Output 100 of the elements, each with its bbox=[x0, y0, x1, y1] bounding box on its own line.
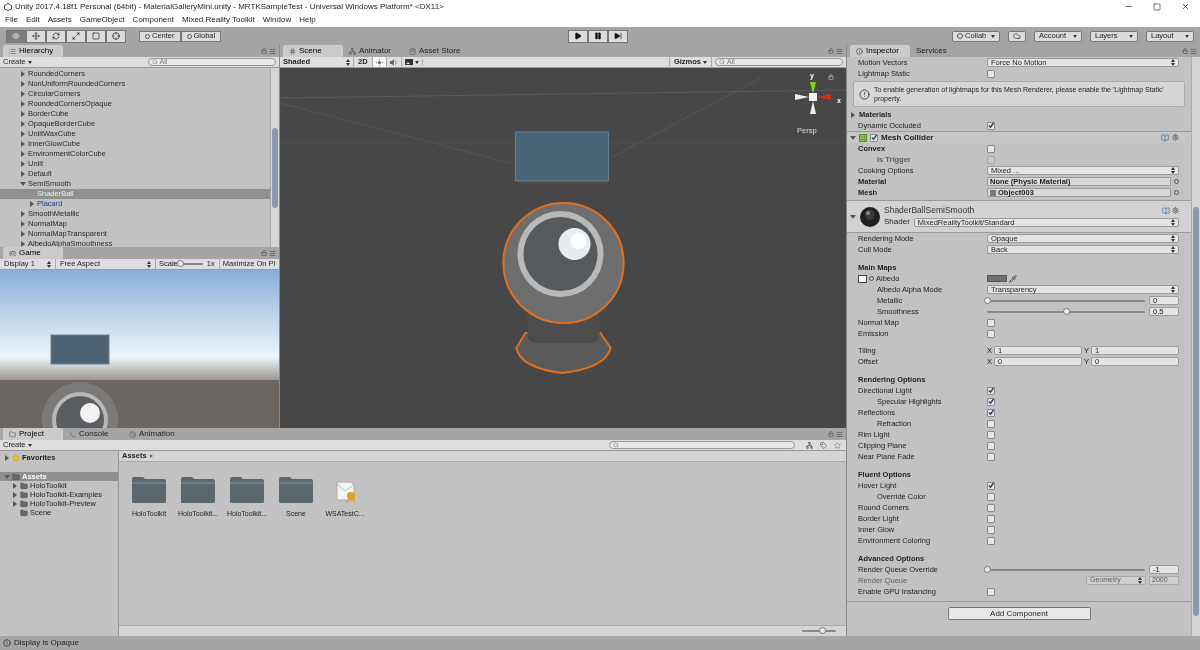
checkbox[interactable] bbox=[987, 397, 995, 406]
collapsed-arrow-icon[interactable] bbox=[20, 241, 26, 247]
panel-tab[interactable]: Services bbox=[910, 45, 970, 57]
collapsed-arrow-icon[interactable] bbox=[12, 482, 18, 489]
lock-icon[interactable] bbox=[828, 48, 834, 54]
panel-tab[interactable]: Scene bbox=[283, 45, 343, 57]
tool-button[interactable] bbox=[66, 29, 86, 43]
pause-button[interactable] bbox=[588, 29, 608, 43]
checkbox[interactable] bbox=[987, 503, 995, 512]
menu-item[interactable]: Help bbox=[299, 16, 316, 24]
panel-tab[interactable]: Inspector bbox=[850, 45, 910, 57]
panel-tab[interactable]: Animation bbox=[123, 428, 183, 440]
color-swatch[interactable] bbox=[987, 275, 1007, 282]
expanded-arrow-icon[interactable] bbox=[850, 134, 856, 141]
collapsed-arrow-icon[interactable] bbox=[20, 101, 26, 107]
filter-label-button[interactable] bbox=[818, 440, 829, 450]
component-header[interactable]: Mesh Collider bbox=[847, 131, 1191, 143]
checkbox[interactable] bbox=[987, 452, 995, 461]
scrollbar-thumb[interactable] bbox=[272, 128, 278, 208]
play-button[interactable] bbox=[568, 29, 588, 43]
slider-thumb[interactable] bbox=[818, 627, 826, 634]
menu-item[interactable]: Edit bbox=[25, 16, 40, 24]
collapsed-arrow-icon[interactable] bbox=[12, 500, 18, 507]
checkbox[interactable] bbox=[987, 514, 995, 523]
menu-item[interactable]: Component bbox=[132, 16, 174, 24]
close-icon[interactable] bbox=[1181, 2, 1190, 11]
settings-icon[interactable] bbox=[1172, 134, 1179, 141]
collapsed-arrow-icon[interactable] bbox=[20, 171, 26, 177]
collapsed-arrow-icon[interactable] bbox=[20, 81, 26, 87]
checkbox[interactable] bbox=[987, 536, 995, 545]
menu-icon[interactable] bbox=[269, 47, 276, 55]
tool-button[interactable] bbox=[6, 29, 26, 43]
lock-icon[interactable] bbox=[828, 431, 834, 437]
checkbox[interactable] bbox=[987, 419, 995, 428]
cloud-button[interactable] bbox=[1008, 30, 1026, 42]
step-button[interactable] bbox=[608, 29, 628, 43]
panel-tab[interactable]: Hierarchy bbox=[3, 45, 63, 57]
menu-item[interactable]: Window bbox=[262, 16, 292, 24]
menu-icon[interactable] bbox=[269, 249, 276, 257]
slider-thumb[interactable] bbox=[983, 296, 991, 304]
checkbox[interactable] bbox=[987, 430, 995, 439]
collapsed-arrow-icon[interactable] bbox=[29, 201, 35, 207]
slider-thumb[interactable] bbox=[983, 565, 991, 573]
help-book-icon[interactable] bbox=[1161, 133, 1169, 142]
tool-button[interactable] bbox=[106, 29, 126, 43]
collapsed-arrow-icon[interactable] bbox=[20, 231, 26, 237]
collapsed-arrow-icon[interactable] bbox=[850, 111, 856, 118]
checkbox[interactable] bbox=[987, 329, 995, 338]
collapsed-arrow-icon[interactable] bbox=[20, 91, 26, 97]
collapsed-arrow-icon[interactable] bbox=[4, 455, 10, 461]
checkbox[interactable] bbox=[987, 386, 995, 395]
collapsed-arrow-icon[interactable] bbox=[20, 161, 26, 167]
menu-icon[interactable] bbox=[1190, 47, 1197, 55]
checkbox[interactable] bbox=[870, 133, 878, 142]
lock-icon[interactable] bbox=[261, 250, 267, 256]
expanded-arrow-icon[interactable] bbox=[4, 473, 10, 480]
menu-item[interactable]: Mixed Reality Toolkit bbox=[181, 16, 255, 24]
collapsed-arrow-icon[interactable] bbox=[20, 131, 26, 137]
checkbox[interactable] bbox=[987, 525, 995, 534]
filter-type-button[interactable] bbox=[804, 440, 815, 450]
panel-tab[interactable]: Game bbox=[3, 247, 63, 259]
checkbox[interactable] bbox=[987, 318, 995, 327]
maximize-icon[interactable] bbox=[1153, 2, 1161, 11]
collapsed-arrow-icon[interactable] bbox=[20, 121, 26, 127]
panel-tab[interactable]: Asset Store bbox=[403, 45, 467, 57]
help-book-icon[interactable] bbox=[1162, 206, 1170, 215]
expanded-arrow-icon[interactable] bbox=[850, 213, 856, 220]
menu-item[interactable]: GameObject bbox=[79, 16, 125, 24]
menu-icon[interactable] bbox=[836, 47, 843, 55]
settings-icon[interactable] bbox=[1172, 207, 1179, 214]
tool-button[interactable] bbox=[86, 29, 106, 43]
checkbox[interactable] bbox=[987, 492, 995, 501]
collapsed-arrow-icon[interactable] bbox=[20, 111, 26, 117]
collapsed-arrow-icon[interactable] bbox=[20, 221, 26, 227]
checkbox[interactable] bbox=[987, 481, 995, 490]
checkbox[interactable] bbox=[987, 587, 995, 596]
tool-button[interactable] bbox=[26, 29, 46, 43]
scrollbar[interactable] bbox=[1191, 57, 1200, 636]
checkbox[interactable] bbox=[987, 408, 995, 417]
collapsed-arrow-icon[interactable] bbox=[12, 491, 18, 498]
collapsed-arrow-icon[interactable] bbox=[20, 211, 26, 217]
panel-tab[interactable]: Project bbox=[3, 428, 63, 440]
checkbox[interactable] bbox=[987, 69, 995, 78]
scrollbar-thumb[interactable] bbox=[1193, 207, 1199, 616]
panel-tab[interactable]: Animator bbox=[343, 45, 403, 57]
add-component-button[interactable]: Add Component bbox=[947, 607, 1091, 620]
slider-thumb[interactable] bbox=[177, 260, 185, 267]
checkbox[interactable] bbox=[987, 121, 995, 130]
search-field[interactable] bbox=[609, 441, 795, 449]
menu-item[interactable]: File bbox=[5, 16, 18, 24]
favorite-button[interactable] bbox=[832, 440, 843, 450]
texture-slot-icon[interactable] bbox=[858, 274, 867, 283]
collapsed-arrow-icon[interactable] bbox=[20, 151, 26, 157]
panel-tab[interactable]: Console bbox=[63, 428, 123, 440]
eyedropper-icon[interactable] bbox=[1009, 274, 1017, 283]
slider-thumb[interactable] bbox=[1062, 307, 1070, 315]
tool-button[interactable] bbox=[46, 29, 66, 43]
lock-icon[interactable] bbox=[1182, 48, 1188, 54]
lighting-toggle[interactable] bbox=[372, 57, 387, 67]
breadcrumb-arrow-icon[interactable] bbox=[149, 454, 153, 458]
